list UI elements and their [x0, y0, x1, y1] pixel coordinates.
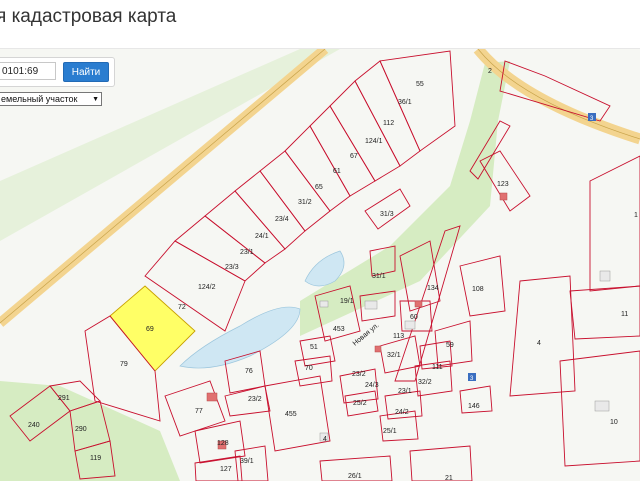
parcel-label: 55 [416, 81, 424, 88]
parcel-label: 453 [333, 326, 345, 333]
parcel-label: 24/1 [255, 233, 269, 240]
parcel-label: 26/1 [348, 473, 362, 480]
cadastral-map[interactable]: 55 36/1 112 124/1 67 61 65 31/2 31/3 23/… [0, 48, 640, 481]
cadastral-number-input[interactable] [0, 62, 56, 80]
parcel-label: 60 [410, 314, 418, 321]
parcel-label: 124/2 [198, 284, 216, 291]
parcel-label: 119 [90, 455, 101, 462]
parcel-label: 70 [305, 365, 313, 372]
parcel-label: 23/3 [225, 264, 239, 271]
parcel-label: 23/1 [398, 388, 412, 395]
parcel-label: 24/3 [365, 382, 379, 389]
map-marker-icon[interactable]: 3 [468, 373, 476, 382]
parcel-label: 59 [446, 342, 454, 349]
parcel-label: 67 [350, 153, 358, 160]
parcel-label: 31/3 [380, 211, 394, 218]
parcel-label: 25/2 [353, 400, 367, 407]
parcel-label: 291 [58, 395, 70, 402]
parcel-label: 32/2 [418, 379, 432, 386]
parcel-label: 4 [537, 340, 541, 347]
chevron-down-icon: ▼ [92, 96, 99, 103]
parcel-label: 11 [621, 311, 628, 318]
search-panel: Найти [0, 57, 115, 87]
parcel-label: 39/1 [240, 458, 254, 465]
parcel-label: 123 [497, 181, 509, 188]
parcel-label: 113 [393, 333, 404, 340]
parcel-label: 10 [610, 419, 618, 426]
parcel-label: 112 [383, 120, 394, 127]
parcel-label: 455 [285, 411, 297, 418]
parcel-label: 23/2 [352, 371, 366, 378]
pond-large [179, 306, 301, 369]
parcel-label: 21 [445, 475, 453, 481]
parcel-label: 76 [245, 368, 253, 375]
parcel-label: 32/1 [387, 352, 401, 359]
parcel-label: 134 [427, 285, 439, 292]
parcel-label: 240 [28, 422, 40, 429]
parcel-label: 31/1 [372, 273, 386, 280]
parcel-label: 23/4 [275, 216, 289, 223]
parcel-label: 108 [472, 286, 484, 293]
parcel-label: 24/2 [395, 409, 409, 416]
page-title: я кадастровая карта [0, 6, 177, 27]
parcel-label: 65 [315, 184, 323, 191]
object-type-select[interactable]: емельный участок ▼ [0, 92, 102, 106]
parcel-label: 19/1 [340, 298, 354, 305]
parcel-label: 69 [146, 326, 154, 333]
parcel-label: 124/1 [365, 138, 383, 145]
road-number-label: 2 [488, 68, 492, 75]
parcel-label: 128 [217, 440, 229, 447]
parcel-label: 290 [75, 426, 87, 433]
parcel-label: 79 [120, 361, 128, 368]
find-button[interactable]: Найти [63, 62, 109, 82]
parcel-label: 23/2 [248, 396, 262, 403]
page-header: я кадастровая карта [0, 0, 640, 40]
parcel-label: 146 [468, 403, 480, 410]
parcel-label: 31/2 [298, 199, 312, 206]
parcel-label: 36/1 [398, 99, 412, 106]
parcel-label: 127 [220, 466, 232, 473]
parcel-label: 4 [323, 436, 327, 443]
parcel-label: 1 [634, 212, 638, 219]
map-marker-icon[interactable]: 3 [588, 113, 596, 122]
parcel-label: 77 [195, 408, 203, 415]
parcel-label: 61 [333, 168, 341, 175]
parcel-label: 111 [432, 364, 443, 371]
parcel-label: 25/1 [383, 428, 397, 435]
parcel-label: 51 [310, 344, 318, 351]
street-label: Новая ул. [352, 322, 381, 348]
parcel-label: 23/1 [240, 249, 254, 256]
green-field-left [0, 381, 180, 481]
parcel-label: 72 [178, 304, 186, 311]
object-type-selected: емельный участок [1, 94, 78, 104]
